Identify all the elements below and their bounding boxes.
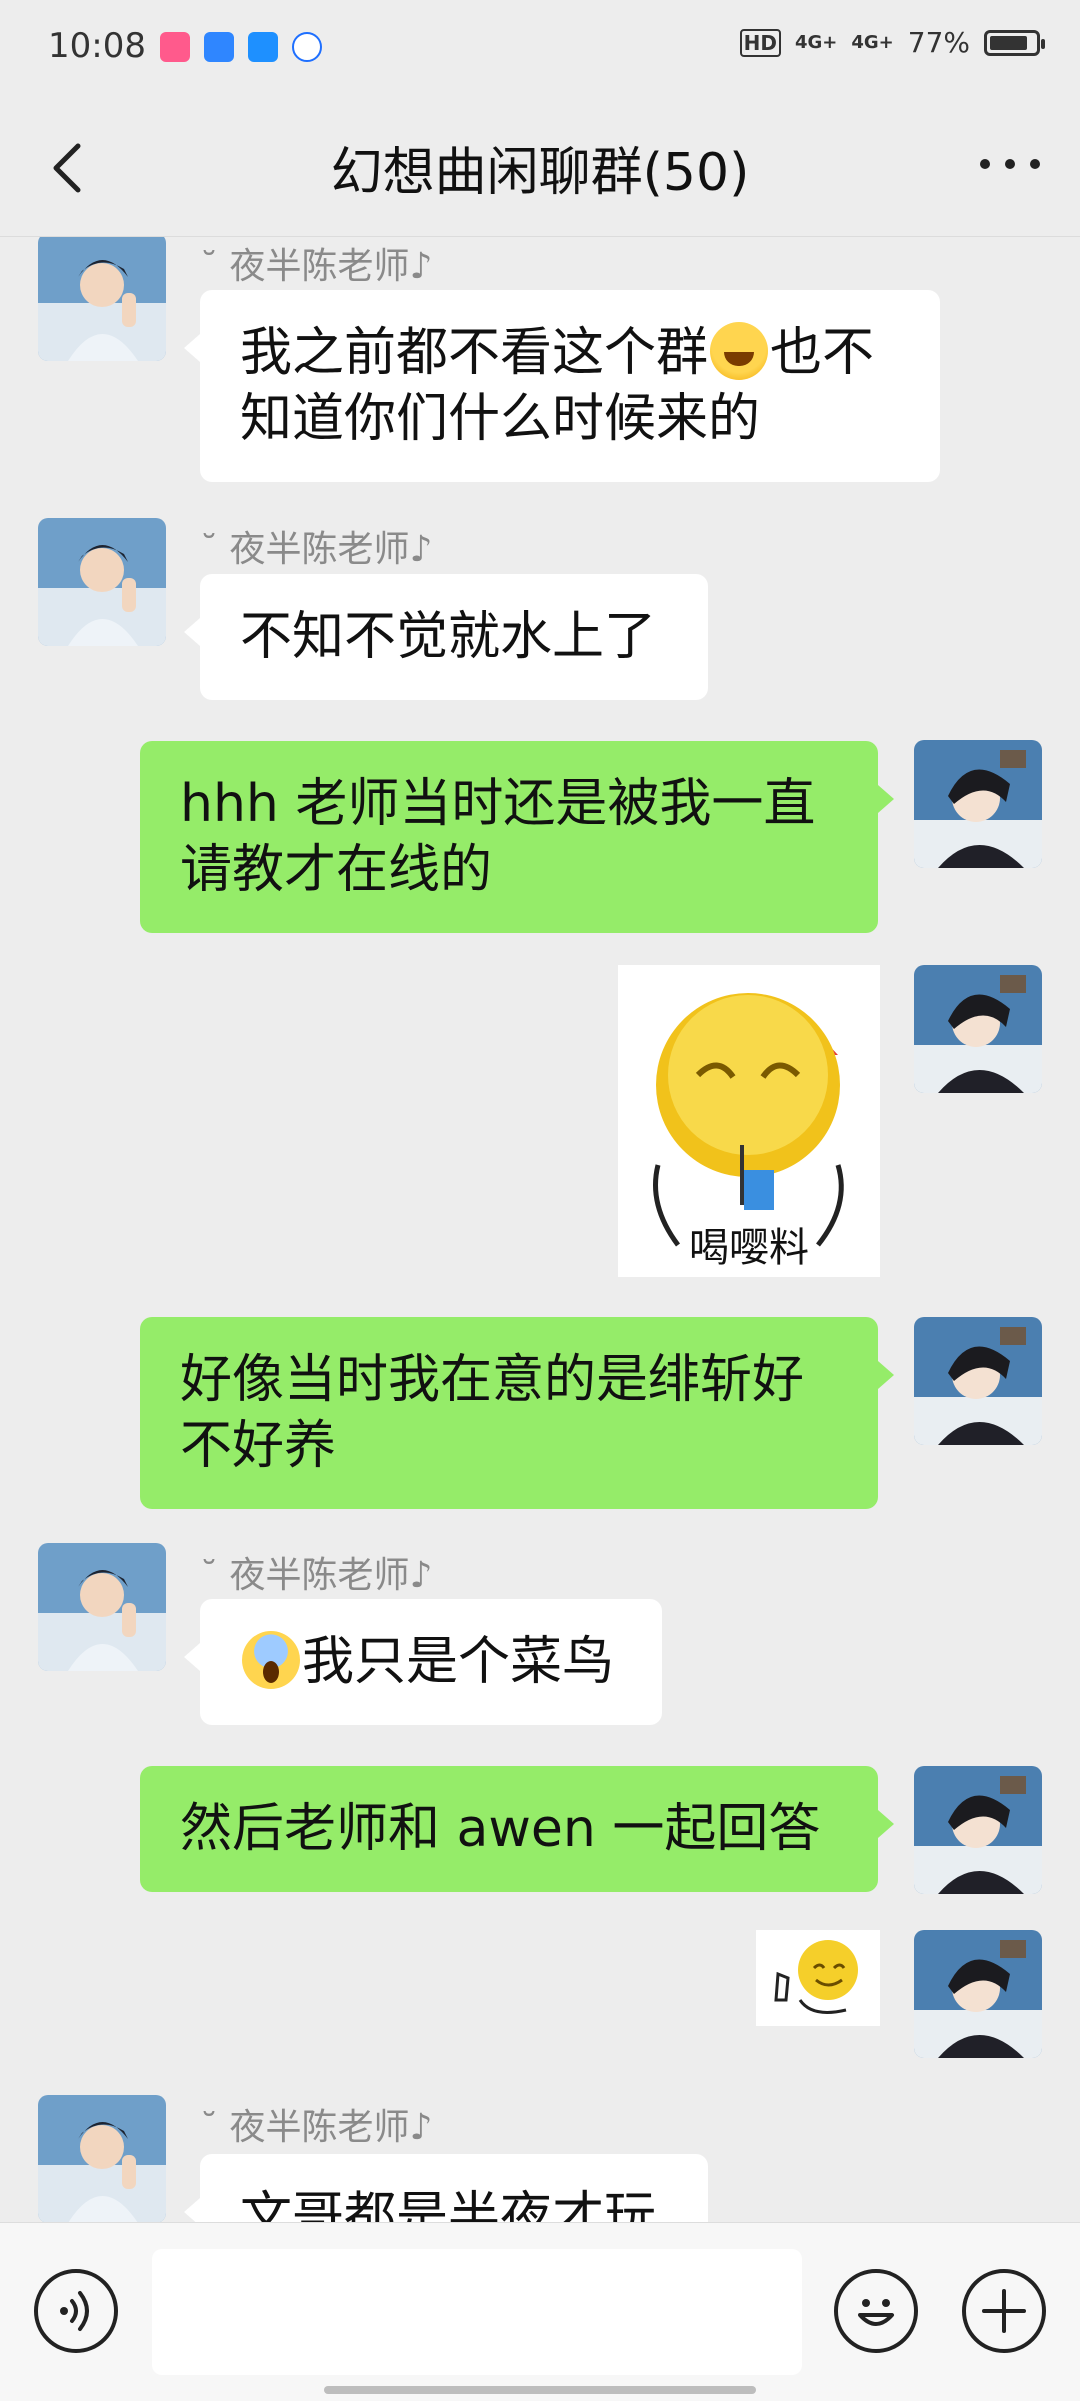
message-bubble-outgoing[interactable]: 好像当时我在意的是绯斩好不好养	[140, 1317, 894, 1509]
status-bar: 10:08 HD 4G+ 4G+ 77%	[0, 0, 1080, 100]
status-indicators: HD 4G+ 4G+ 77%	[739, 26, 1045, 59]
avatar[interactable]	[914, 965, 1042, 1093]
hd-icon: HD	[739, 28, 781, 57]
chat-title: 幻想曲闲聊群(50)	[330, 143, 750, 203]
message-bubble-incoming[interactable]: 我只是个菜鸟	[184, 1599, 662, 1725]
message-text: 好像当时我在意的是绯斩好不好养	[180, 1350, 805, 1476]
chat-header: 幻想曲闲聊群(50)	[0, 100, 1080, 237]
message-input[interactable]	[152, 2249, 802, 2375]
message-text: 我之前都不看这个群	[240, 323, 709, 383]
laughing-tears-emoji	[710, 322, 769, 380]
sender-name: ˘ 夜半陈老师♪	[200, 529, 433, 570]
thumbs-up-sticker[interactable]	[756, 1930, 880, 2026]
voice-icon[interactable]	[34, 2269, 118, 2353]
message-bubble-incoming[interactable]: 我之前都不看这个群 也不知道你们什么时候来的	[184, 290, 940, 482]
battery-icon	[984, 29, 1045, 56]
signal-icon: 4G+	[851, 31, 894, 53]
message-text: hhh 老师当时还是被我一直请教才在线的	[180, 774, 816, 900]
app-notification-icon	[204, 32, 234, 62]
avatar[interactable]	[914, 1766, 1042, 1894]
message-bubble-incoming[interactable]: 不知不觉就水上了	[184, 574, 708, 700]
app-notification-icon	[248, 32, 278, 62]
avatar[interactable]	[38, 518, 166, 646]
sender-name: ˘ 夜半陈老师♪	[200, 1555, 433, 1596]
sender-name: ˘ 夜半陈老师♪	[200, 2107, 433, 2148]
avatar[interactable]	[914, 1317, 1042, 1445]
sticker-caption: 喝嘤料	[689, 1225, 809, 1271]
emoji-icon[interactable]	[834, 2269, 918, 2353]
app-notification-icon	[160, 32, 190, 62]
plus-icon[interactable]	[962, 2269, 1046, 2353]
avatar[interactable]	[38, 2095, 166, 2222]
message-text: 不知不觉就水上了	[240, 607, 657, 667]
message-bubble-outgoing[interactable]: hhh 老师当时还是被我一直请教才在线的	[140, 741, 894, 933]
avatar[interactable]	[38, 1543, 166, 1671]
sender-name: ˘ 夜半陈老师♪	[200, 246, 433, 287]
more-dots-icon[interactable]	[980, 144, 1040, 184]
status-time: 10:08	[48, 26, 146, 66]
message-text: 然后老师和 awen 一起回答	[180, 1799, 821, 1859]
screaming-face-emoji	[242, 1631, 300, 1689]
avatar[interactable]	[914, 740, 1042, 868]
battery-percent: 77%	[907, 26, 970, 59]
signal-icon: 4G+	[794, 31, 838, 53]
message-list[interactable]: ˘ 夜半陈老师♪ 我之前都不看这个群 也不知道你们什么时候来的 ˘ 夜半陈老师♪ …	[0, 237, 1080, 2222]
avatar[interactable]	[38, 237, 166, 361]
home-indicator[interactable]	[324, 2386, 756, 2394]
sticker-image[interactable]: 喝嘤料	[618, 965, 880, 1277]
input-bar	[0, 2222, 1080, 2401]
message-bubble-incoming[interactable]: 文哥都是半夜才玩	[184, 2154, 708, 2222]
message-text: 我只是个菜鸟	[302, 1632, 615, 1692]
avatar[interactable]	[914, 1930, 1042, 2058]
message-bubble-outgoing[interactable]: 然后老师和 awen 一起回答	[140, 1766, 894, 1892]
message-text: 文哥都是半夜才玩	[240, 2187, 657, 2222]
app-notification-icon	[292, 32, 322, 62]
